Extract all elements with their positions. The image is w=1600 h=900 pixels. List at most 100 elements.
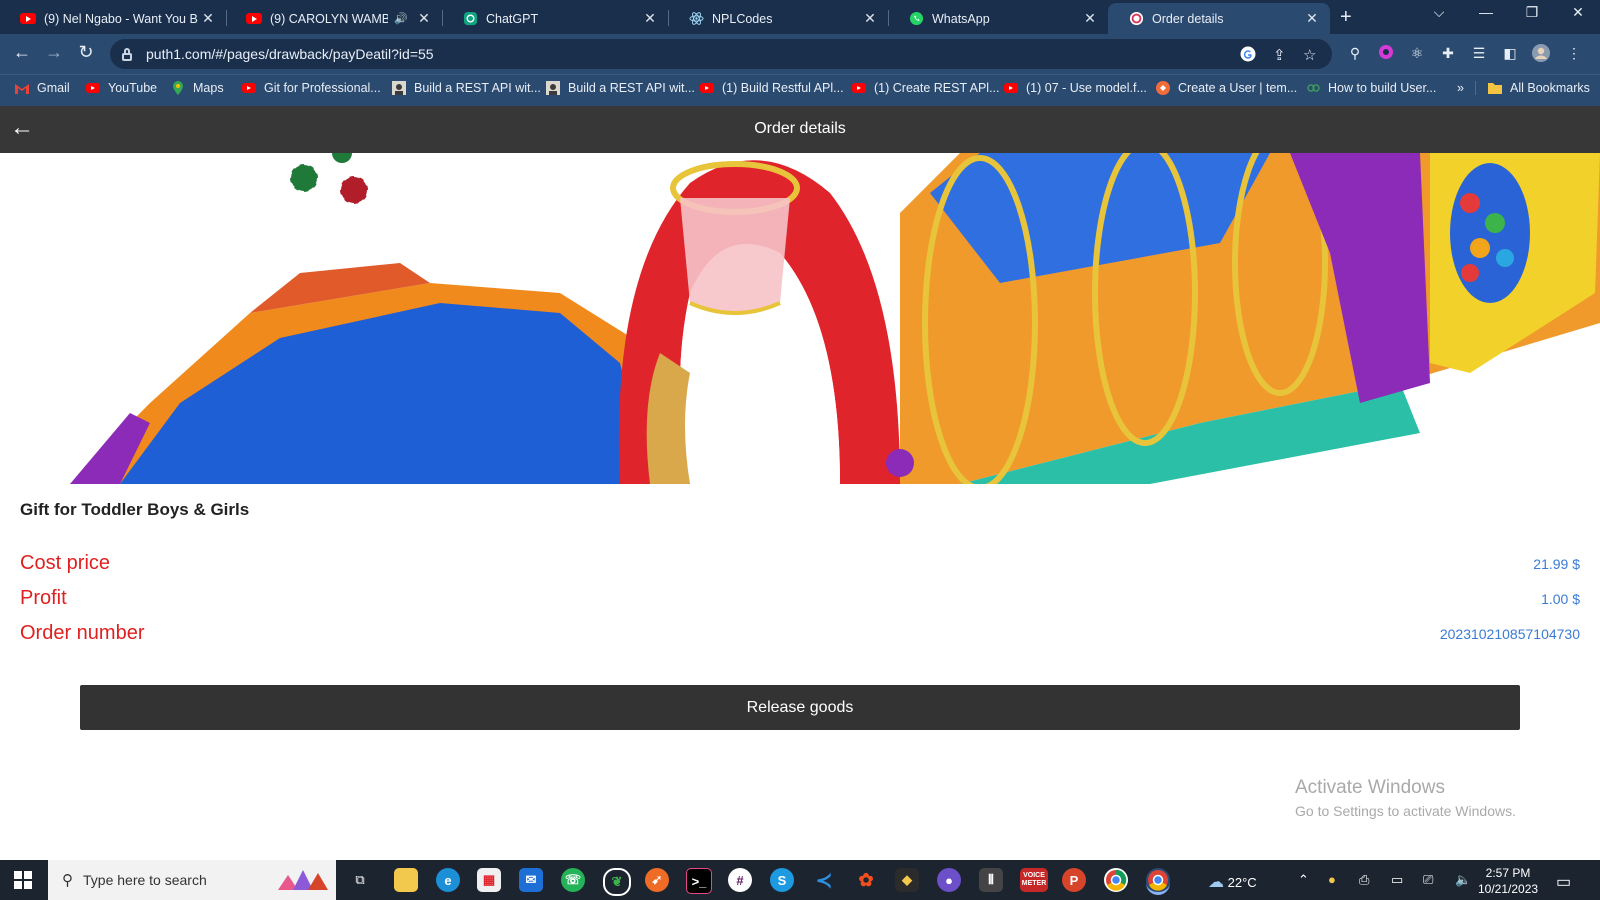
lock-icon[interactable]: [122, 48, 132, 61]
forward-button[interactable]: →: [41, 42, 67, 63]
reading-list-icon[interactable]: ☰: [1470, 44, 1488, 62]
close-tab-icon[interactable]: ✕: [1302, 10, 1322, 27]
all-bookmarks-folder[interactable]: All Bookmarks: [1475, 81, 1590, 95]
notifications-icon[interactable]: ▭: [1556, 872, 1571, 892]
chrome-active-icon[interactable]: [1146, 868, 1170, 895]
google-icon[interactable]: [1240, 46, 1256, 66]
back-button[interactable]: ←: [9, 42, 35, 63]
bookmark-create-user[interactable]: Create a User | tem...: [1156, 81, 1297, 95]
profile-avatar-icon[interactable]: [1532, 44, 1550, 62]
tray-app-icon[interactable]: ●: [1328, 872, 1336, 887]
minimize-button[interactable]: —: [1463, 4, 1509, 20]
activate-windows-watermark: Activate Windows Go to Settings to activ…: [1295, 777, 1516, 819]
more-bookmarks-button[interactable]: »: [1457, 81, 1464, 95]
tab-whatsapp[interactable]: WhatsApp ✕: [888, 3, 1108, 34]
youtube-icon: [86, 81, 100, 95]
terminal-icon[interactable]: >_: [686, 868, 712, 894]
store-icon[interactable]: ▦: [477, 868, 501, 892]
close-tab-icon[interactable]: ✕: [860, 10, 880, 27]
react-devtools-icon[interactable]: ⚛: [1408, 44, 1426, 62]
tab-title: WhatsApp: [932, 11, 990, 26]
bookmark-label: All Bookmarks: [1510, 81, 1590, 95]
bookmark-youtube[interactable]: YouTube: [86, 81, 157, 95]
close-tab-icon[interactable]: ✕: [198, 10, 218, 27]
watermark-subtitle: Go to Settings to activate Windows.: [1295, 803, 1516, 819]
tab-youtube-nel-ngabo[interactable]: (9) Nel Ngabo - Want You Ba ✕: [0, 3, 226, 34]
cost-price-label: Cost price: [20, 552, 111, 574]
meet-now-icon[interactable]: ⎙: [1359, 872, 1369, 888]
battery-icon[interactable]: ▭: [1391, 872, 1403, 888]
extension-magenta-icon[interactable]: [1377, 44, 1395, 62]
volume-icon[interactable]: 🔈: [1455, 872, 1471, 888]
bookmark-star-icon[interactable]: ☆: [1303, 46, 1316, 64]
close-tab-icon[interactable]: ✕: [414, 10, 434, 27]
bookmark-restful-api[interactable]: (1) Build Restful APl...: [700, 81, 844, 95]
postman-icon[interactable]: ➹: [645, 868, 669, 892]
tab-order-details[interactable]: Order details ✕: [1108, 3, 1330, 34]
bookmark-build-user[interactable]: How to build User...: [1306, 81, 1436, 95]
edge-icon[interactable]: e: [436, 868, 460, 892]
profit-label: Profit: [20, 587, 67, 609]
bookmark-gmail[interactable]: Gmail: [15, 81, 70, 95]
windows-start-icon[interactable]: [14, 871, 32, 889]
close-window-button[interactable]: ✕: [1555, 4, 1600, 21]
network-icon[interactable]: ⎚: [1423, 872, 1433, 888]
speaker-icon[interactable]: 🔊: [394, 12, 408, 25]
detail-row-order-number: Order number 202310210857104730: [20, 622, 1580, 645]
bookmark-label: YouTube: [108, 81, 158, 95]
mail-icon[interactable]: ✉: [519, 868, 543, 892]
search-placeholder: Type here to search: [83, 872, 207, 888]
git-icon[interactable]: ◆: [895, 868, 919, 892]
clock-time: 2:57 PM: [1485, 866, 1531, 880]
weather-widget[interactable]: ☁ 22°C: [1208, 872, 1257, 892]
reload-button[interactable]: ↻: [73, 42, 99, 63]
whatsapp-taskbar-icon[interactable]: ☏: [561, 868, 585, 892]
browser-menu-icon[interactable]: ⋮: [1565, 44, 1583, 62]
side-panel-icon[interactable]: ◧: [1501, 44, 1519, 62]
powerpoint-icon[interactable]: P: [1062, 868, 1086, 892]
system-clock[interactable]: 2:57 PM 10/21/2023: [1478, 865, 1538, 897]
extensions-puzzle-icon[interactable]: ✚: [1439, 44, 1457, 62]
mongodb-icon[interactable]: ❦: [603, 868, 631, 896]
voicemeeter-icon[interactable]: VOICE METER: [1020, 868, 1048, 892]
youtube-icon: [242, 81, 256, 95]
site-icon: [1156, 81, 1170, 95]
figma-icon[interactable]: ✿: [854, 868, 878, 892]
file-explorer-icon[interactable]: [394, 868, 418, 892]
vscode-icon[interactable]: ≺: [812, 868, 836, 892]
share-icon[interactable]: ⇪: [1273, 46, 1286, 64]
url-text[interactable]: puth1.com/#/pages/drawback/payDeatil?id=…: [146, 46, 434, 62]
order-number-value: 202310210857104730: [1439, 625, 1580, 642]
tab-chatgpt[interactable]: ChatGPT ✕: [442, 3, 668, 34]
task-view-icon[interactable]: ⧉: [348, 868, 372, 892]
taskbar-search-box[interactable]: ⚲ Type here to search: [48, 860, 336, 900]
extension-icon[interactable]: ⚲: [1346, 44, 1364, 62]
github-icon[interactable]: ●: [937, 868, 961, 892]
bookmark-label: Git for Professional...: [264, 81, 381, 95]
mixer-icon[interactable]: ⫴: [979, 868, 1003, 892]
bookmark-rest-api-2[interactable]: Build a REST API wit...: [546, 81, 695, 95]
close-tab-icon[interactable]: ✕: [1080, 10, 1100, 27]
address-bar[interactable]: puth1.com/#/pages/drawback/payDeatil?id=…: [110, 39, 1332, 69]
search-highlight-icon: [273, 865, 333, 900]
bookmark-maps[interactable]: Maps: [171, 81, 224, 95]
bookmark-rest-api-1[interactable]: Build a REST API wit...: [392, 81, 541, 95]
release-goods-button[interactable]: Release goods: [80, 685, 1520, 730]
cloud-icon: ☁: [1208, 874, 1224, 891]
tab-youtube-carolyn-wambui[interactable]: (9) CAROLYN WAMBUI s 🔊 ✕: [226, 3, 442, 34]
close-tab-icon[interactable]: ✕: [640, 10, 660, 27]
whatsapp-icon: [908, 11, 924, 27]
tab-nplcodes[interactable]: NPLCodes ✕: [668, 3, 888, 34]
tab-search-chevron-icon[interactable]: ⌵: [1416, 4, 1462, 21]
bookmark-use-model[interactable]: (1) 07 - Use model.f...: [1004, 81, 1147, 95]
windows-taskbar: ⚲ Type here to search ⧉ e ▦ ✉ ☏ ❦ ➹ >_ #…: [0, 860, 1600, 900]
chrome-icon[interactable]: [1104, 868, 1128, 892]
tab-title: (9) CAROLYN WAMBUI s: [270, 11, 389, 26]
new-tab-button[interactable]: +: [1340, 6, 1352, 29]
slack-icon[interactable]: #: [728, 868, 752, 892]
bookmark-git-for-professionals[interactable]: Git for Professional...: [242, 81, 381, 95]
show-hidden-icons-chevron[interactable]: ⌃: [1298, 872, 1309, 888]
bookmark-create-rest-api[interactable]: (1) Create REST APl...: [852, 81, 1000, 95]
restore-button[interactable]: ❐: [1509, 4, 1555, 21]
skype-icon[interactable]: S: [770, 868, 794, 892]
